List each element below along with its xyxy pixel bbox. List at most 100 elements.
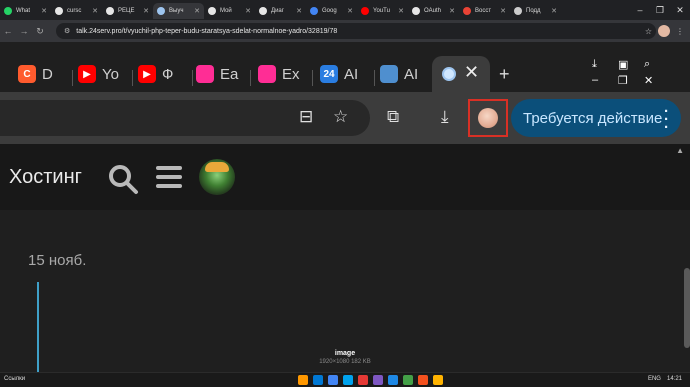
url-input[interactable]: ⚙ talk.24serv.pro/t/vyuchil-php-teper-bu… bbox=[56, 23, 656, 39]
inner-tab[interactable]: Ea bbox=[196, 62, 238, 86]
tab-separator bbox=[192, 70, 193, 86]
new-tab-button[interactable]: + bbox=[499, 64, 510, 85]
user-avatar[interactable] bbox=[199, 159, 235, 195]
close-icon[interactable]: ✕ bbox=[644, 74, 653, 87]
inner-tab-strip: ✕ + ⤓ ▣ ⌕ – ❐ ✕ C D ▶ Yo ▶ Ф Ea Ex 24 AI AI bbox=[0, 56, 690, 92]
globe-icon bbox=[442, 67, 456, 81]
close-tab-icon[interactable]: ✕ bbox=[245, 7, 251, 15]
zoom-icon[interactable]: ⌕ bbox=[644, 58, 650, 71]
site-title[interactable]: Хостинг bbox=[9, 166, 82, 189]
minimize-icon[interactable]: – bbox=[592, 74, 598, 86]
close-tab-icon[interactable]: ✕ bbox=[449, 7, 455, 15]
close-tab-icon[interactable]: ✕ bbox=[296, 7, 302, 15]
bookmark-star-icon[interactable]: ☆ bbox=[333, 107, 348, 127]
maximize-button[interactable]: ❐ bbox=[650, 5, 670, 16]
outer-tab[interactable]: Мой ✕ bbox=[204, 3, 255, 19]
outer-tab[interactable]: cursc ✕ bbox=[51, 3, 102, 19]
close-tab-icon[interactable]: ✕ bbox=[347, 7, 353, 15]
inner-tab-label: Yo bbox=[102, 65, 119, 83]
close-tab-icon[interactable]: ✕ bbox=[143, 7, 149, 15]
inner-tab[interactable]: CD bbox=[18, 62, 53, 86]
download-icon[interactable]: ⤓ bbox=[592, 58, 597, 71]
outer-tab[interactable]: РЕЦЕ ✕ bbox=[102, 3, 153, 19]
inner-omnibox[interactable] bbox=[0, 100, 370, 136]
star-icon[interactable]: ☆ bbox=[645, 27, 652, 36]
close-tab-icon[interactable]: ✕ bbox=[194, 7, 200, 15]
download-icon[interactable]: ⤓ bbox=[441, 107, 449, 127]
tab-favicon-icon bbox=[463, 7, 471, 15]
inner-tab[interactable]: AI bbox=[380, 62, 418, 86]
extensions-icon[interactable]: ⧉ bbox=[387, 107, 399, 127]
inner-tab[interactable]: Ex bbox=[258, 62, 300, 86]
outer-tab-label: What bbox=[16, 8, 31, 14]
close-tab-icon[interactable]: ✕ bbox=[500, 7, 506, 15]
outer-tab[interactable]: What ✕ bbox=[0, 3, 51, 19]
close-tab-icon[interactable]: ✕ bbox=[398, 7, 404, 15]
minimize-button[interactable]: – bbox=[630, 5, 650, 15]
inner-tab[interactable]: 24 AI bbox=[320, 62, 358, 86]
inner-tab[interactable]: ▶ Yo bbox=[78, 62, 119, 86]
close-tab-icon[interactable]: ✕ bbox=[92, 7, 98, 15]
install-app-icon[interactable]: ⊟ bbox=[299, 107, 313, 127]
windows-taskbar: Ссылки ENG 14:21 bbox=[0, 372, 690, 387]
outer-tab[interactable]: Выуч ✕ bbox=[153, 3, 204, 19]
taskbar-apps bbox=[298, 375, 443, 385]
taskbar-app-icon[interactable] bbox=[433, 375, 443, 385]
taskbar-app-icon[interactable] bbox=[313, 375, 323, 385]
close-tab-icon[interactable]: ✕ bbox=[41, 7, 47, 15]
inner-tab-label: Ф bbox=[162, 65, 174, 83]
outer-tab[interactable]: OAuth ✕ bbox=[408, 3, 459, 19]
profile-avatar[interactable] bbox=[478, 108, 498, 128]
lightbox-meta: 1920×1080 182 KB bbox=[319, 359, 371, 365]
search-icon[interactable] bbox=[106, 162, 140, 196]
outer-tab-label: Восст bbox=[475, 8, 492, 14]
language-indicator[interactable]: ENG bbox=[648, 376, 661, 382]
inner-active-tab[interactable]: ✕ bbox=[432, 56, 490, 92]
outer-window-controls: – ❐ ✕ bbox=[630, 0, 690, 20]
taskbar-app-icon[interactable] bbox=[388, 375, 398, 385]
inner-tab-favicon-icon bbox=[380, 65, 398, 83]
outer-tab[interactable]: Восст ✕ bbox=[459, 3, 510, 19]
outer-tab-label: Мой bbox=[220, 8, 232, 14]
close-tab-icon[interactable]: ✕ bbox=[551, 7, 557, 15]
taskbar-app-icon[interactable] bbox=[328, 375, 338, 385]
inner-tab-label: Ex bbox=[282, 65, 300, 83]
clock[interactable]: 14:21 bbox=[667, 376, 682, 382]
taskbar-app-icon[interactable] bbox=[298, 375, 308, 385]
reload-icon[interactable]: ↻ bbox=[32, 26, 48, 37]
forward-icon[interactable]: → bbox=[16, 26, 32, 36]
outer-profile-avatar[interactable] bbox=[658, 25, 670, 37]
image-icon[interactable]: ▣ bbox=[618, 58, 628, 71]
outer-tab[interactable]: Goog ✕ bbox=[306, 3, 357, 19]
links-toolbar[interactable]: Ссылки bbox=[4, 376, 25, 382]
close-tab-icon[interactable]: ✕ bbox=[464, 62, 479, 83]
inner-tab[interactable]: ▶ Ф bbox=[138, 62, 173, 86]
tab-favicon-icon bbox=[157, 7, 165, 15]
lightbox-title: image bbox=[334, 350, 356, 357]
taskbar-app-icon[interactable] bbox=[358, 375, 368, 385]
taskbar-app-icon[interactable] bbox=[373, 375, 383, 385]
back-icon[interactable]: ← bbox=[0, 26, 16, 36]
taskbar-app-icon[interactable] bbox=[343, 375, 353, 385]
outer-tab[interactable]: Диаг ✕ bbox=[255, 3, 306, 19]
inner-tab-favicon-icon: C bbox=[18, 65, 36, 83]
hamburger-menu-icon[interactable] bbox=[156, 166, 182, 188]
site-settings-icon[interactable]: ⚙ bbox=[64, 27, 70, 35]
scrollbar-thumb[interactable] bbox=[684, 268, 690, 348]
taskbar-app-icon[interactable] bbox=[403, 375, 413, 385]
profile-highlight[interactable] bbox=[468, 99, 508, 137]
post-date: 15 нояб. bbox=[28, 252, 87, 269]
menu-icon[interactable]: ⋮ bbox=[676, 27, 684, 36]
outer-tab[interactable]: Подд ✕ bbox=[510, 3, 561, 19]
scroll-up-icon[interactable]: ▲ bbox=[676, 146, 684, 155]
tab-favicon-icon bbox=[514, 7, 522, 15]
screenshot-image: ✕ + ⤓ ▣ ⌕ – ❐ ✕ C D ▶ Yo ▶ Ф Ea Ex 24 AI AI ⊟ ☆ ⧉ … bbox=[0, 42, 690, 372]
url-text: talk.24serv.pro/t/vyuchil-php-teper-budu… bbox=[76, 27, 338, 35]
outer-tab[interactable]: YouTu ✕ bbox=[357, 3, 408, 19]
taskbar-app-icon[interactable] bbox=[418, 375, 428, 385]
more-vert-icon[interactable]: · · · bbox=[664, 104, 669, 135]
maximize-icon[interactable]: ❐ bbox=[618, 74, 628, 87]
action-required-button[interactable]: Требуется действие · · · bbox=[511, 99, 681, 137]
close-button[interactable]: ✕ bbox=[670, 5, 690, 16]
tab-separator bbox=[132, 70, 133, 86]
